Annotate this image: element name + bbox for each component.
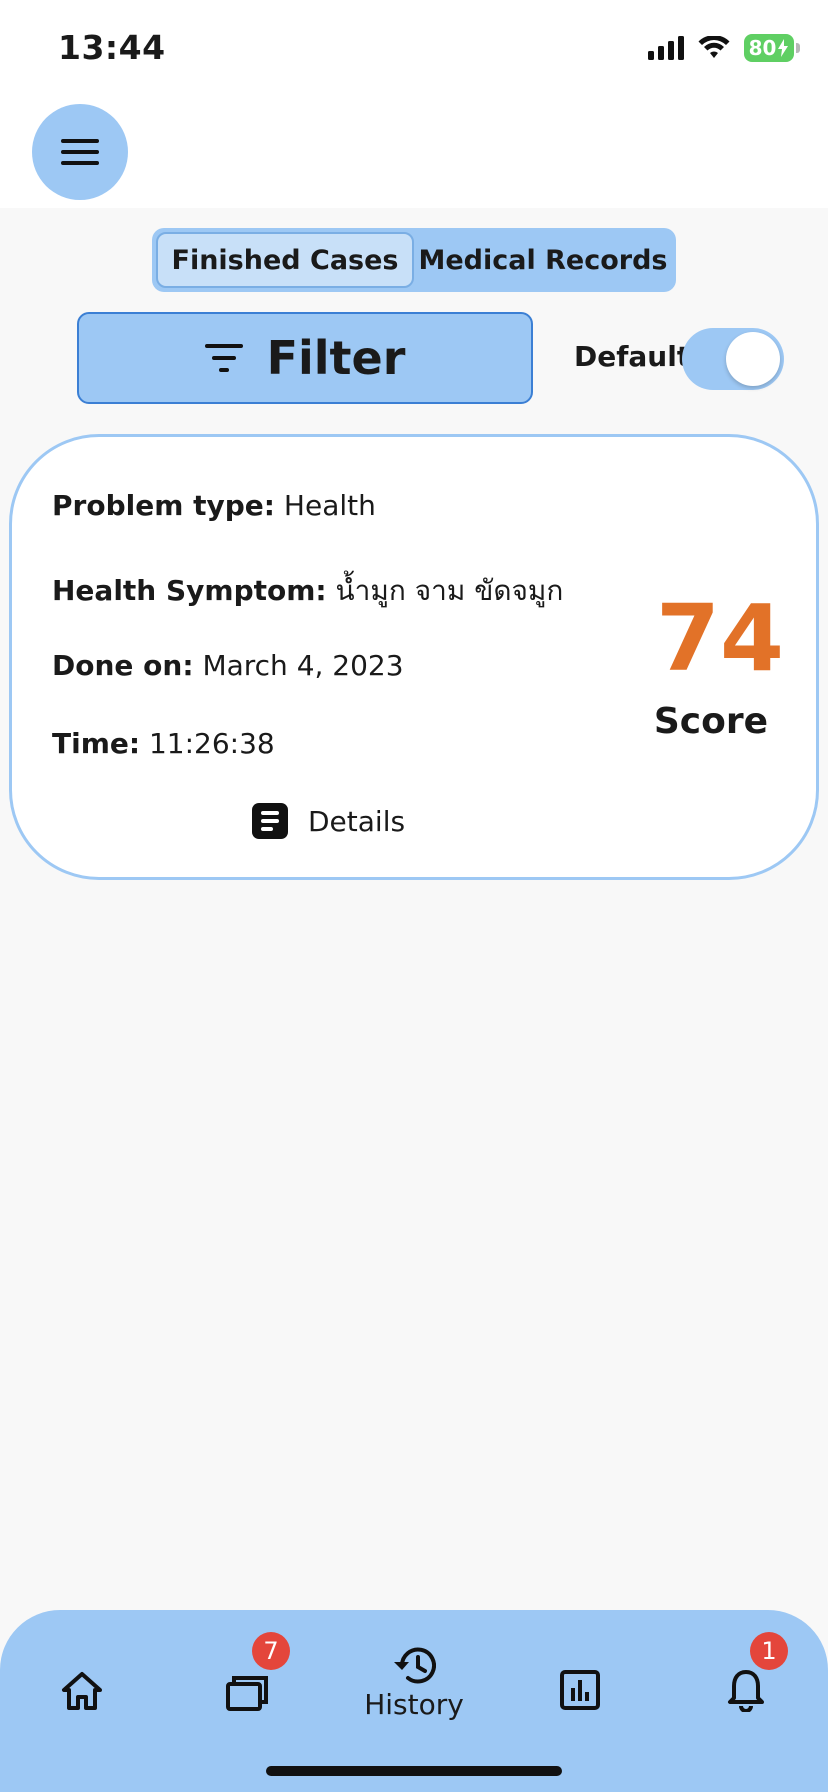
hamburger-menu-icon xyxy=(61,139,99,165)
filter-button[interactable]: Filter xyxy=(77,312,533,404)
toggle-knob xyxy=(726,332,780,386)
nav-home[interactable] xyxy=(32,1646,132,1746)
status-icons: 80 xyxy=(648,34,800,62)
details-button[interactable]: Details xyxy=(252,803,405,839)
done-on-row: Done on: March 4, 2023 xyxy=(52,649,404,682)
details-label: Details xyxy=(308,804,406,838)
case-tabs: Finished Cases Medical Records xyxy=(152,228,676,292)
filter-icon xyxy=(204,344,243,372)
problem-type-value: Health xyxy=(283,489,376,522)
status-time: 13:44 xyxy=(58,28,166,67)
nav-history[interactable]: History xyxy=(364,1646,464,1746)
tab-medical-records[interactable]: Medical Records xyxy=(414,232,672,288)
default-toggle[interactable] xyxy=(682,328,784,390)
wifi-icon xyxy=(698,36,730,58)
cases-badge: 7 xyxy=(252,1632,290,1670)
score-value: 74 xyxy=(656,585,785,692)
tab-finished-cases[interactable]: Finished Cases xyxy=(156,232,414,288)
home-indicator xyxy=(266,1766,562,1776)
done-on-label: Done on: xyxy=(52,649,194,682)
filter-label: Filter xyxy=(266,331,406,385)
history-label: History xyxy=(364,1688,464,1721)
problem-type-row: Problem type: Health xyxy=(52,489,376,522)
time-row: Time: 11:26:38 xyxy=(52,727,275,760)
problem-type-label: Problem type: xyxy=(52,489,275,522)
bell-icon xyxy=(728,1670,764,1712)
chart-icon xyxy=(560,1670,600,1710)
time-value: 11:26:38 xyxy=(148,727,275,760)
home-icon xyxy=(62,1672,102,1710)
health-symptom-value: น้ำมูก จาม ขัดจมูก xyxy=(335,574,564,607)
status-bar: 13:44 80 xyxy=(0,0,828,100)
menu-button[interactable] xyxy=(32,104,128,200)
bottom-nav: 7 History 1 xyxy=(0,1610,828,1792)
history-icon xyxy=(394,1647,436,1684)
score-label: Score xyxy=(653,701,768,742)
case-card: Problem type: Health Health Symptom: น้ำ… xyxy=(9,434,819,880)
battery-level: 80 xyxy=(748,36,777,60)
signal-icon xyxy=(648,36,684,60)
battery-charging-icon: 80 xyxy=(744,34,800,62)
default-toggle-label: Default xyxy=(574,340,691,373)
app-header xyxy=(0,100,828,208)
document-icon xyxy=(252,803,288,839)
health-symptom-row: Health Symptom: น้ำมูก จาม ขัดจมูก xyxy=(52,569,563,613)
health-symptom-label: Health Symptom: xyxy=(52,574,327,607)
done-on-value: March 4, 2023 xyxy=(202,649,404,682)
time-label: Time: xyxy=(52,727,141,760)
nav-stats[interactable] xyxy=(530,1646,630,1746)
notifications-badge: 1 xyxy=(750,1632,788,1670)
cases-icon xyxy=(226,1676,268,1711)
